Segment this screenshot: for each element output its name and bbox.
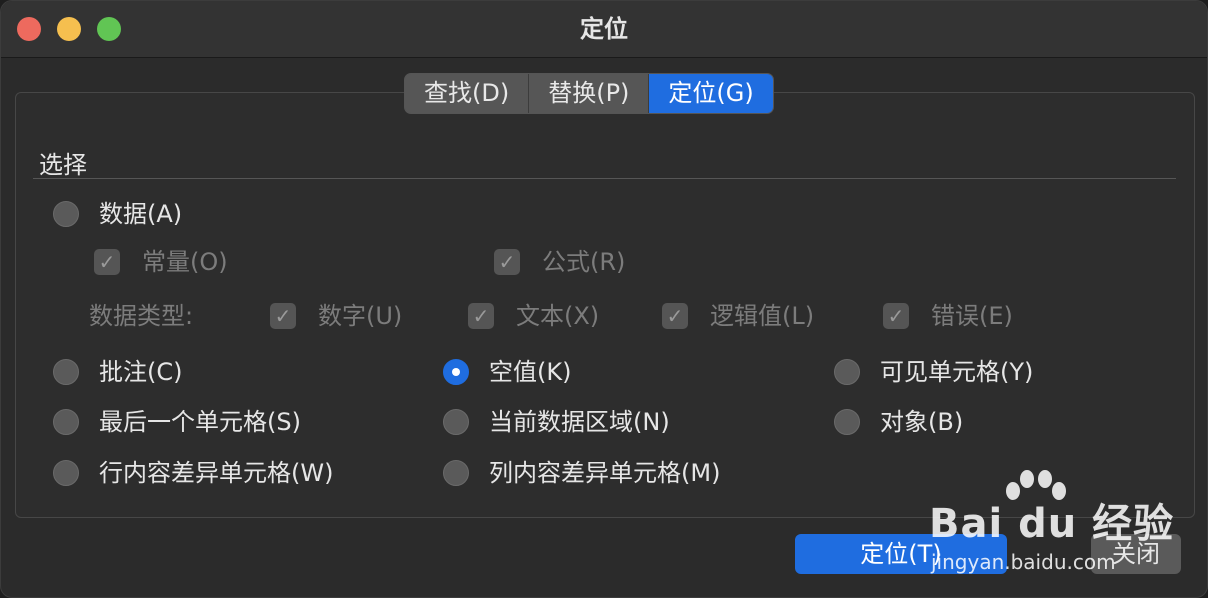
radio-objects-label: 对象(B)	[880, 408, 964, 436]
radio-comments[interactable]	[53, 359, 79, 385]
checkbox-constants-label: 常量(O)	[142, 248, 228, 276]
locate-dialog: 定位 查找(D) 替换(P) 定位(G) 选择 数据(A) ✓ 常量(O) ✓ …	[0, 0, 1208, 598]
section-title: 选择	[39, 151, 87, 179]
radio-objects[interactable]	[834, 409, 860, 435]
radio-blanks[interactable]	[443, 359, 469, 385]
tab-replace[interactable]: 替换(P)	[529, 74, 650, 113]
checkmark-icon: ✓	[274, 304, 292, 328]
tab-locate[interactable]: 定位(G)	[649, 74, 773, 113]
radio-current-region[interactable]	[443, 409, 469, 435]
checkbox-logical: ✓	[662, 303, 688, 329]
checkbox-numbers: ✓	[270, 303, 296, 329]
tab-find[interactable]: 查找(D)	[405, 74, 530, 113]
radio-row-differences[interactable]	[53, 460, 79, 486]
tab-bar: 查找(D) 替换(P) 定位(G)	[404, 73, 774, 114]
radio-last-cell[interactable]	[53, 409, 79, 435]
radio-visible-cells[interactable]	[834, 359, 860, 385]
checkbox-numbers-label: 数字(U)	[318, 302, 403, 330]
radio-column-differences[interactable]	[443, 460, 469, 486]
radio-blanks-label: 空值(K)	[489, 358, 572, 386]
checkbox-constants: ✓	[94, 249, 120, 275]
checkmark-icon: ✓	[472, 304, 490, 328]
watermark-url: jingyan.baidu.com	[931, 550, 1116, 574]
radio-data[interactable]	[53, 201, 79, 227]
watermark-brand: Bai du 经验	[929, 501, 1175, 547]
radio-last-cell-label: 最后一个单元格(S)	[99, 408, 301, 436]
checkmark-icon: ✓	[887, 304, 905, 328]
section-divider	[33, 178, 1176, 179]
checkbox-formulas-label: 公式(R)	[542, 248, 626, 276]
radio-visible-cells-label: 可见单元格(Y)	[880, 358, 1034, 386]
checkmark-icon: ✓	[498, 250, 516, 274]
radio-data-label: 数据(A)	[99, 200, 183, 228]
radio-comments-label: 批注(C)	[99, 358, 183, 386]
radio-current-region-label: 当前数据区域(N)	[489, 408, 670, 436]
radio-column-differences-label: 列内容差异单元格(M)	[489, 459, 721, 487]
checkbox-formulas: ✓	[494, 249, 520, 275]
checkbox-logical-label: 逻辑值(L)	[710, 302, 815, 330]
checkmark-icon: ✓	[666, 304, 684, 328]
radio-row-differences-label: 行内容差异单元格(W)	[99, 459, 334, 487]
checkbox-errors-label: 错误(E)	[931, 302, 1013, 330]
checkbox-errors: ✓	[883, 303, 909, 329]
title-bar: 定位	[1, 1, 1207, 58]
window-title: 定位	[580, 15, 628, 43]
checkbox-text-label: 文本(X)	[516, 302, 600, 330]
checkmark-icon: ✓	[98, 250, 116, 274]
checkbox-text: ✓	[468, 303, 494, 329]
data-types-label: 数据类型:	[89, 302, 194, 330]
